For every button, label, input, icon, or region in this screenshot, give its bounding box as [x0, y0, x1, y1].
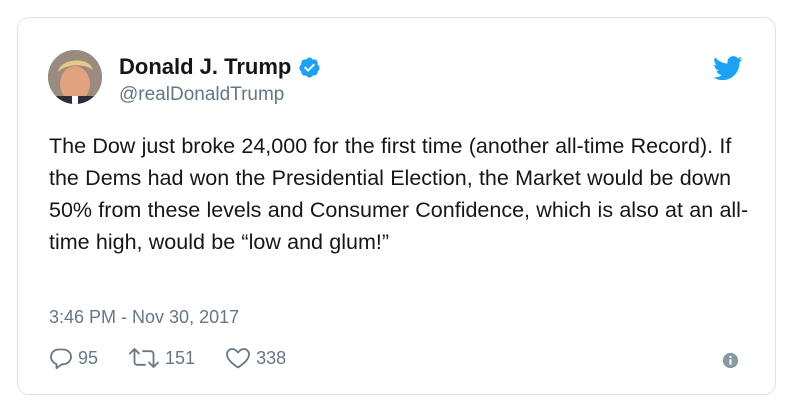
heart-icon: [226, 348, 250, 369]
action-bar: 95 151 338: [49, 346, 316, 370]
like-count: 338: [256, 347, 287, 368]
display-name[interactable]: Donald J. Trump: [119, 54, 291, 80]
reply-icon: [50, 348, 72, 369]
avatar[interactable]: [48, 50, 102, 104]
retweet-count: 151: [165, 347, 196, 368]
info-icon[interactable]: [722, 352, 739, 369]
like-button[interactable]: 338: [225, 346, 286, 370]
tweet-text: The Dow just broke 24,000 for the first …: [49, 134, 749, 254]
twitter-bird-icon[interactable]: [713, 56, 743, 81]
reply-count: 95: [78, 347, 99, 368]
retweet-button[interactable]: 151: [128, 346, 195, 370]
profile-photo: [48, 50, 102, 104]
name-row: Donald J. Trump: [119, 54, 321, 80]
tweet-card: Donald J. Trump @realDonaldTrump The Dow…: [17, 17, 776, 395]
handle[interactable]: @realDonaldTrump: [119, 84, 284, 106]
timestamp[interactable]: 3:46 PM - Nov 30, 2017: [49, 307, 239, 328]
reply-button[interactable]: 95: [49, 346, 98, 370]
verified-badge-icon: [299, 56, 320, 78]
retweet-icon: [129, 348, 159, 368]
